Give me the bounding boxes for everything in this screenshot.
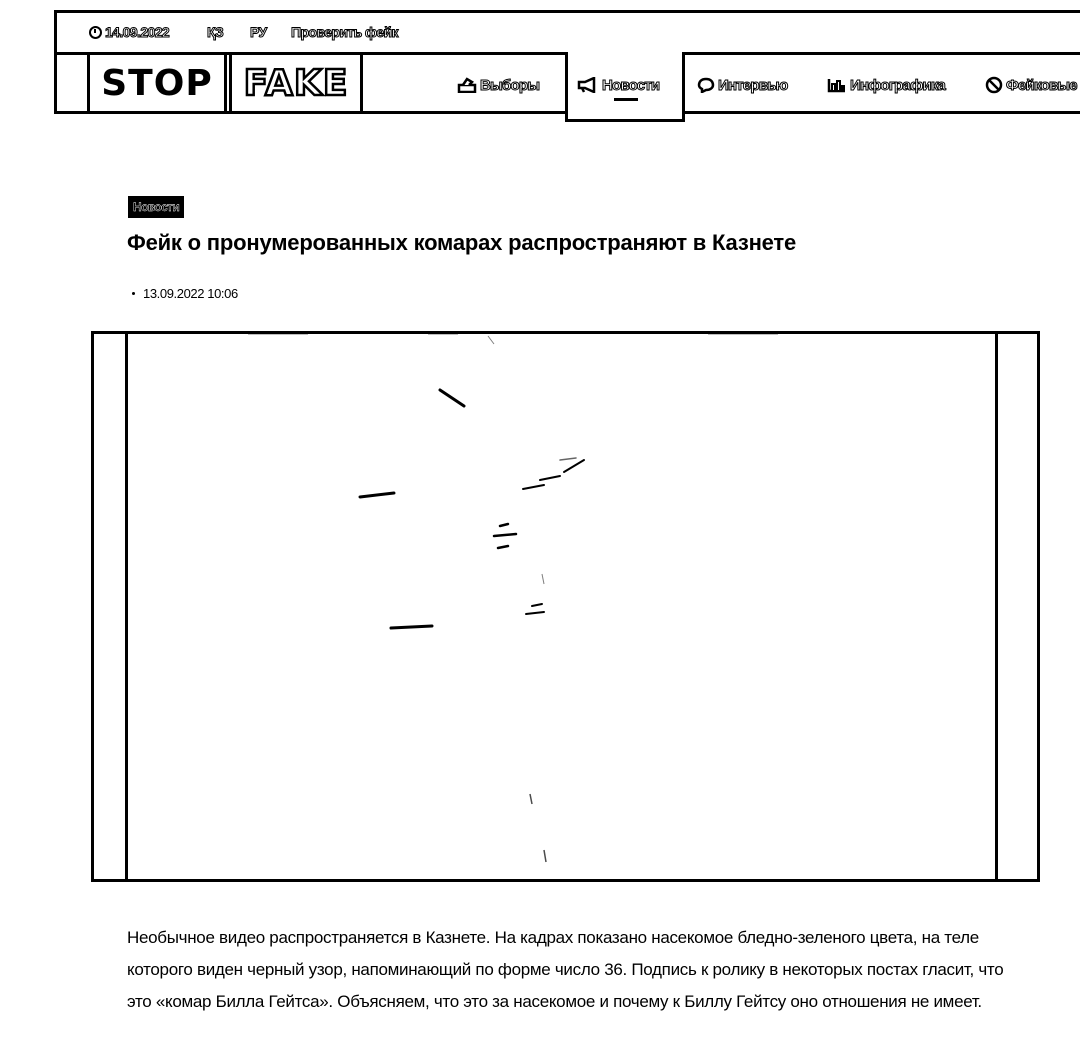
article-video[interactable]: [91, 331, 1040, 882]
article-datetime: 13.09.2022 10:06: [143, 286, 238, 301]
ballot-icon: [457, 77, 477, 93]
current-date: 14.09.2022: [89, 21, 170, 43]
article-lead-paragraph: Необычное видео распространяется в Казне…: [127, 928, 1004, 1011]
nav-item-label: Фейковые: [1006, 76, 1079, 94]
chart-icon: [827, 79, 845, 93]
article-meta: 13.09.2022 10:06: [132, 286, 238, 301]
logo-fake[interactable]: FAKE: [229, 52, 363, 114]
site-header: STOP FAKE Выборы Новости Интервью Инфогр…: [54, 52, 1080, 122]
chat-bubble-icon: [697, 77, 715, 93]
no-sign-icon: [985, 76, 1003, 94]
nav-active-underline: [614, 98, 638, 101]
nav-item-news[interactable]: Новости: [577, 73, 661, 97]
nav-item-elections[interactable]: Выборы: [457, 73, 541, 97]
nav-item-interview[interactable]: Интервью: [697, 73, 789, 97]
nav-item-label: Новости: [601, 76, 660, 94]
current-date-text: 14.09.2022: [104, 24, 170, 41]
video-letterbox-left: [94, 334, 128, 879]
bullet-icon: [132, 292, 135, 295]
video-frame-image: [128, 334, 997, 879]
article-title: Фейк о пронумерованных комарах распростр…: [127, 230, 797, 255]
nav-item-fakes[interactable]: Фейковые: [985, 73, 1079, 97]
category-tag[interactable]: Новости: [128, 196, 185, 218]
nav-item-infographics[interactable]: Инфографика: [827, 73, 946, 97]
nav-item-label: Выборы: [479, 76, 540, 94]
nav-item-label: Инфографика: [849, 76, 946, 94]
megaphone-icon: [577, 77, 596, 93]
lang-kz-link[interactable]: ҚЗ: [206, 21, 224, 43]
nav-item-label: Интервью: [718, 76, 789, 94]
video-letterbox-right: [995, 334, 1037, 879]
category-tag-label: Новости: [133, 200, 180, 214]
clock-icon: [89, 25, 102, 39]
lang-ru-link[interactable]: РУ: [250, 21, 268, 43]
top-bar: 14.09.2022 ҚЗ РУ Проверить фейк: [54, 10, 1080, 52]
logo-stop[interactable]: STOP: [87, 52, 227, 114]
check-fake-link[interactable]: Проверить фейк: [291, 21, 400, 43]
